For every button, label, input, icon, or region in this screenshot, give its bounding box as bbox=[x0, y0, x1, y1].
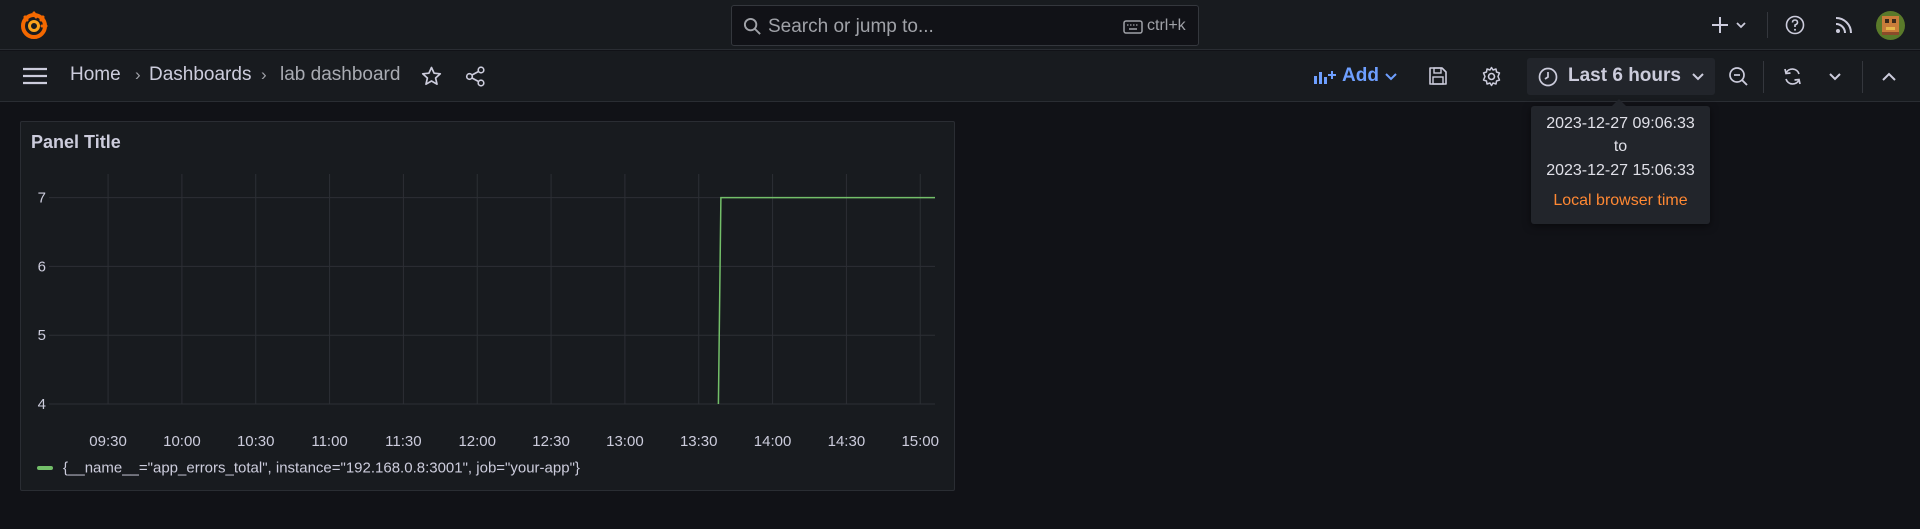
save-icon[interactable] bbox=[1428, 66, 1448, 86]
clock-icon bbox=[1538, 67, 1558, 87]
toolbar-divider bbox=[1763, 61, 1764, 93]
search-input[interactable]: Search or jump to... ctrl+k bbox=[731, 5, 1199, 46]
x-tick-label: 12:00 bbox=[458, 433, 496, 450]
time-range-picker[interactable]: Last 6 hours bbox=[1527, 58, 1715, 95]
breadcrumb-home[interactable]: Home bbox=[70, 64, 121, 86]
y-tick-label: 7 bbox=[38, 190, 46, 207]
tooltip-from: 2023-12-27 09:06:33 bbox=[1546, 115, 1695, 132]
topbar-divider bbox=[1767, 12, 1768, 38]
breadcrumb-current: lab dashboard bbox=[280, 64, 401, 85]
tooltip-timezone: Local browser time bbox=[1553, 192, 1688, 209]
x-tick-label: 09:30 bbox=[89, 433, 127, 450]
tooltip-to-word: to bbox=[1613, 138, 1628, 155]
dashboard-nav-bar: Home › Dashboards › lab dashboard Add La… bbox=[0, 51, 1920, 102]
grafana-logo-icon[interactable] bbox=[19, 10, 49, 40]
top-bar: Search or jump to... ctrl+k bbox=[0, 0, 1920, 50]
search-icon bbox=[743, 17, 761, 35]
refresh-interval-chevron-icon[interactable] bbox=[1829, 73, 1841, 81]
avatar[interactable] bbox=[1876, 11, 1905, 40]
panel[interactable]: Panel Title 09:30 10:00 10:30 11:00 11:30 12:… bbox=[20, 121, 955, 491]
breadcrumb-separator: › bbox=[261, 65, 267, 84]
menu-icon[interactable] bbox=[22, 66, 48, 86]
add-panel-icon bbox=[1314, 71, 1336, 84]
x-tick-label: 10:30 bbox=[237, 433, 275, 450]
new-plus-dropdown-icon[interactable] bbox=[1712, 15, 1750, 35]
search-placeholder: Search or jump to... bbox=[768, 16, 934, 37]
x-tick-label: 11:00 bbox=[311, 433, 347, 450]
legend-label: {__name__="app_errors_total", instance="… bbox=[63, 459, 580, 477]
x-tick-label: 14:30 bbox=[828, 433, 866, 450]
news-rss-icon[interactable] bbox=[1834, 15, 1854, 35]
x-tick-label: 11:30 bbox=[385, 433, 421, 450]
breadcrumb-separator: › bbox=[135, 65, 141, 84]
search-shortcut: ctrl+k bbox=[1147, 17, 1186, 34]
time-range-label: Last 6 hours bbox=[1568, 65, 1681, 86]
keyboard-icon bbox=[1123, 20, 1143, 34]
settings-gear-icon[interactable] bbox=[1481, 66, 1502, 87]
series-line bbox=[717, 196, 935, 405]
tooltip-arrow bbox=[1612, 99, 1626, 106]
share-icon[interactable] bbox=[465, 66, 486, 87]
legend-swatch bbox=[37, 465, 53, 470]
refresh-icon[interactable] bbox=[1782, 66, 1803, 87]
legend-item[interactable]: {__name__="app_errors_total", instance="… bbox=[37, 459, 580, 477]
y-tick-label: 6 bbox=[38, 258, 46, 275]
toolbar-divider bbox=[1862, 61, 1863, 93]
x-tick-label: 10:00 bbox=[163, 433, 201, 450]
y-tick-label: 4 bbox=[38, 396, 46, 413]
add-button[interactable]: Add bbox=[1310, 60, 1400, 94]
time-series-chart[interactable]: 09:30 10:00 10:30 11:00 11:30 12:00 12:30 13:00… bbox=[21, 122, 956, 452]
chevron-up-icon[interactable] bbox=[1882, 72, 1896, 81]
add-button-label: Add bbox=[1342, 65, 1379, 86]
breadcrumb-dashboards[interactable]: Dashboards bbox=[149, 64, 251, 86]
star-icon[interactable] bbox=[421, 66, 442, 87]
y-tick-label: 5 bbox=[38, 327, 46, 344]
x-tick-label: 12:30 bbox=[532, 433, 570, 450]
zoom-out-icon[interactable] bbox=[1728, 66, 1749, 87]
x-tick-label: 13:00 bbox=[606, 433, 644, 450]
help-icon[interactable] bbox=[1785, 15, 1805, 35]
chevron-down-icon bbox=[1692, 73, 1704, 81]
time-range-tooltip: 2023-12-27 09:06:33 to 2023-12-27 15:06:… bbox=[1531, 99, 1710, 224]
tooltip-to: 2023-12-27 15:06:33 bbox=[1546, 162, 1695, 179]
x-tick-label: 13:30 bbox=[680, 433, 718, 450]
x-tick-label: 15:00 bbox=[901, 433, 939, 450]
x-tick-label: 14:00 bbox=[754, 433, 792, 450]
chevron-down-icon bbox=[1385, 73, 1397, 81]
